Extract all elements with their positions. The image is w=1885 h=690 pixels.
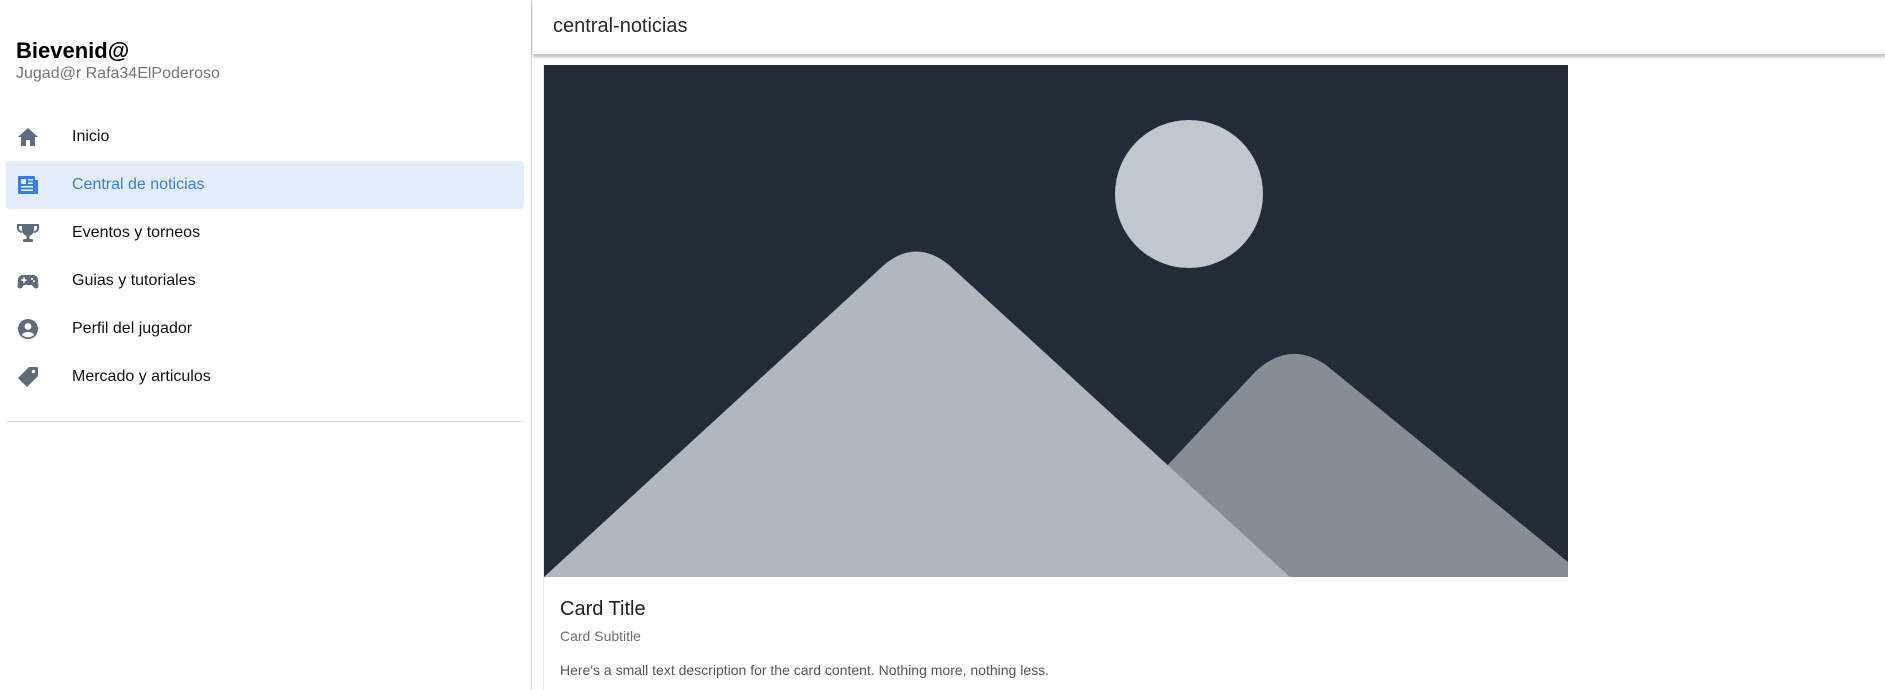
sidebar-item-label: Perfil del jugador	[72, 320, 193, 337]
sidebar-item-guias-y-tutoriales[interactable]: Guias y tutoriales	[6, 257, 524, 305]
sidebar-item-label: Inicio	[72, 128, 110, 145]
welcome-block: Bievenid@ Jugad@r Rafa34ElPoderoso	[16, 38, 220, 84]
sidebar-item-inicio[interactable]: Inicio	[6, 113, 524, 161]
sidebar-item-label: Guias y tutoriales	[72, 272, 196, 289]
card-description: Here's a small text description for the …	[560, 662, 1050, 678]
newspaper-icon	[16, 173, 40, 197]
sidebar-item-mercado-y-articulos[interactable]: Mercado y articulos	[6, 353, 524, 401]
news-card[interactable]: Card Title Card Subtitle Here's a small …	[543, 65, 1568, 690]
sidebar-nav: Inicio Central de noticias Eventos y tor…	[6, 113, 524, 401]
card-subtitle: Card Subtitle	[560, 628, 641, 644]
sidebar-divider	[6, 421, 524, 422]
sidebar-item-label: Eventos y torneos	[72, 224, 201, 241]
top-bar: central-noticias	[533, 0, 1885, 55]
user-circle-icon	[16, 317, 40, 341]
sidebar-item-label: Mercado y articulos	[72, 368, 211, 385]
home-icon	[16, 125, 40, 149]
gamepad-icon	[16, 269, 40, 293]
sidebar-item-central-de-noticias[interactable]: Central de noticias	[6, 161, 524, 209]
tag-icon	[16, 365, 40, 389]
page-title: central-noticias	[553, 15, 688, 37]
app-root: Bievenid@ Jugad@r Rafa34ElPoderoso Inici…	[0, 0, 1885, 690]
sidebar-item-perfil-del-jugador[interactable]: Perfil del jugador	[6, 305, 524, 353]
trophy-icon	[16, 221, 40, 245]
image-placeholder-icon	[544, 65, 1568, 577]
welcome-subtitle: Jugad@r Rafa34ElPoderoso	[16, 65, 220, 82]
sidebar: Bievenid@ Jugad@r Rafa34ElPoderoso Inici…	[0, 0, 532, 690]
sidebar-item-eventos-y-torneos[interactable]: Eventos y torneos	[6, 209, 524, 257]
welcome-title: Bievenid@	[16, 38, 130, 63]
sidebar-item-label: Central de noticias	[72, 176, 205, 193]
card-title: Card Title	[560, 598, 646, 620]
